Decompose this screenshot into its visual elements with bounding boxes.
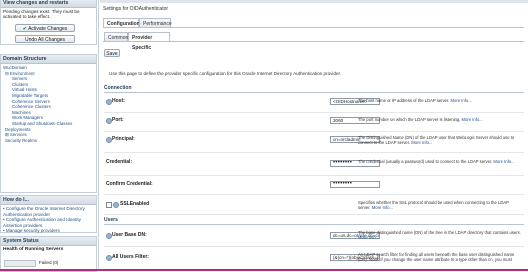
save-button[interactable]: Save [104, 49, 120, 57]
principal-desc-text: The Distinguished Name (DN) of the LDAP … [358, 135, 515, 146]
intro-text: Use this page to define the provider spe… [109, 71, 342, 76]
howto-link-manage[interactable]: • Manage security providers [3, 228, 94, 234]
pending-message: Pending changes exist. They must be acti… [3, 9, 80, 20]
subtabs-divider [103, 41, 524, 42]
credential-desc: The credential (usually a password) used… [358, 159, 522, 164]
domain-tree: WucDomain ⊟ Environment Servers Clusters… [1, 64, 96, 144]
more-info-link[interactable]: More Info... [358, 235, 379, 240]
more-info-link[interactable]: More Info... [493, 159, 514, 164]
check-icon: ✔ [22, 26, 27, 32]
undo-all-changes-button[interactable]: Undo All Changes [15, 35, 75, 43]
howto-link-manage-label: Manage security providers [5, 228, 60, 234]
howto-link-auth-label: Configure Authentication and Identity As… [3, 217, 81, 228]
more-info-link[interactable]: More Info... [462, 117, 483, 122]
settings-title: Settings for OIDAuthenticator [103, 6, 169, 12]
ssl-label: SSLEnabled [120, 201, 150, 207]
howto-link-oid[interactable]: • Configure the Oracle Internet Director… [3, 206, 94, 217]
howto-link-auth[interactable]: • Configure Authentication and Identity … [3, 217, 94, 228]
more-info-link[interactable]: More Info... [372, 205, 393, 210]
credential-row: Credential: •••••••• The credential (usu… [104, 155, 524, 176]
ssl-desc: Specifies whether the SSL protocol shoul… [358, 200, 522, 211]
failed-count: Failed (0) [39, 260, 59, 265]
all-users-filter-desc: An LDAP search filter for finding all us… [358, 252, 515, 263]
tree-item-services-label: Services [9, 132, 27, 138]
principal-label: Principal: [112, 136, 135, 142]
how-do-i-list: • Configure the Oracle Internet Director… [1, 205, 96, 235]
port-label: Port: [112, 117, 124, 123]
domain-structure: Domain Structure WucDomain ⊟ Environment… [0, 54, 97, 193]
activate-changes-button[interactable]: ✔ Activate Changes [15, 24, 75, 32]
port-desc-text: The port number on which the LDAP server… [358, 117, 461, 122]
tree-item-environment-label: Environment [9, 70, 35, 76]
system-status: System Status Health of Running Servers … [0, 236, 97, 272]
port-row: Port: 3060 The port number on which the … [104, 113, 524, 132]
activate-changes-label: Activate Changes [28, 26, 68, 32]
port-desc: The port number on which the LDAP server… [358, 117, 522, 122]
how-do-i: How do I... • Configure the Oracle Inter… [0, 195, 97, 233]
principal-row: Principal: cn=orcladmin The Distinguishe… [104, 132, 524, 153]
failed-bar [4, 260, 36, 267]
domain-structure-title: Domain Structure [1, 55, 96, 64]
host-row: Host: <OIDHostname> The host name or IP … [104, 94, 524, 113]
confirm-credential-label: Confirm Credential: [106, 181, 153, 187]
change-center: View changes and restarts Pending change… [0, 0, 97, 45]
user-base-dn-label: User Base DN: [112, 232, 147, 238]
confirm-credential-row: Confirm Credential: •••••••• [104, 176, 524, 195]
ssl-row: SSLEnabled Specifies whether the SSL pro… [104, 196, 524, 215]
left-panel: View changes and restarts Pending change… [0, 0, 99, 272]
more-info-link[interactable]: More Info... [451, 98, 472, 103]
user-base-dn-row: User Base DN: dc=us,dc=oracle,dc=com The… [104, 226, 524, 247]
how-do-i-title: How do I... [1, 196, 96, 205]
ssl-checkbox[interactable] [106, 202, 112, 208]
users-header: Users [104, 217, 524, 225]
more-info-link[interactable]: More Info... [411, 140, 432, 145]
credential-label: Credential: [106, 159, 133, 165]
help-icon [113, 202, 119, 208]
tabs-divider [103, 27, 524, 28]
confirm-credential-input[interactable]: •••••••• [330, 181, 380, 188]
tree-item-security-realms[interactable]: Security Realms [3, 138, 94, 144]
change-center-title: View changes and restarts [1, 0, 96, 8]
credential-desc-text: The credential (usually a password) used… [358, 159, 493, 164]
connection-header: Connection [104, 85, 524, 93]
user-base-dn-desc: The base distinguished name (DN) of the … [358, 230, 522, 241]
all-users-filter-row: All Users Filter: (&(cn=*)(objectclass=p… [104, 248, 524, 271]
host-desc-text: The host name or IP address of the LDAP … [358, 98, 450, 103]
health-subtitle: Health of Running Servers [3, 247, 64, 252]
host-desc: The host name or IP address of the LDAP … [358, 98, 522, 103]
breadcrumb-bar [100, 0, 528, 3]
host-label: Host: [112, 98, 125, 104]
principal-desc: The Distinguished Name (DN) of the LDAP … [358, 135, 522, 146]
system-status-title: System Status [1, 237, 96, 246]
user-base-dn-desc-text: The base distinguished name (DN) of the … [358, 230, 521, 235]
howto-link-oid-label: Configure the Oracle Internet Directory … [3, 206, 85, 217]
all-users-filter-label: All Users Filter: [112, 254, 149, 260]
